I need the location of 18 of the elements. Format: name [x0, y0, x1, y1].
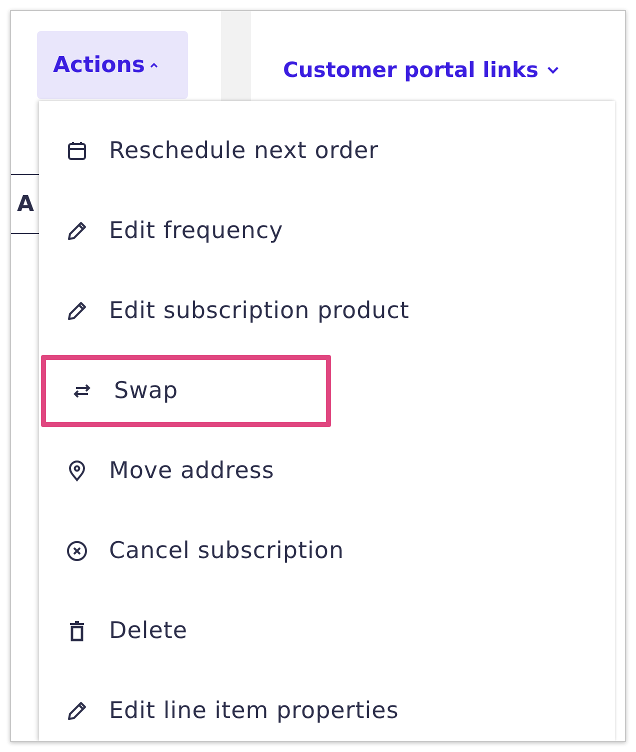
menu-item[interactable]: Reschedule next order: [39, 111, 615, 191]
pencil-icon: [65, 219, 89, 243]
cancel-icon: [65, 539, 89, 563]
menu-item[interactable]: Edit frequency: [39, 191, 615, 271]
menu-item[interactable]: Move address: [39, 431, 615, 511]
actions-button[interactable]: Actions: [37, 31, 188, 99]
column-header: A: [16, 192, 34, 216]
menu-item[interactable]: Delete: [39, 591, 615, 671]
menu-item[interactable]: Cancel subscription: [39, 511, 615, 591]
menu-item[interactable]: Edit line item properties: [39, 671, 615, 741]
chevron-icon: [546, 64, 560, 76]
pencil-icon: [65, 299, 89, 323]
pencil-icon: [65, 699, 89, 723]
menu-item[interactable]: Edit subscription product: [39, 271, 615, 351]
calendar-icon: [65, 139, 89, 163]
menu-item[interactable]: Swap: [41, 355, 331, 427]
caret-icon: [149, 60, 159, 70]
portal-links-button[interactable]: Customer portal links: [283, 53, 560, 87]
